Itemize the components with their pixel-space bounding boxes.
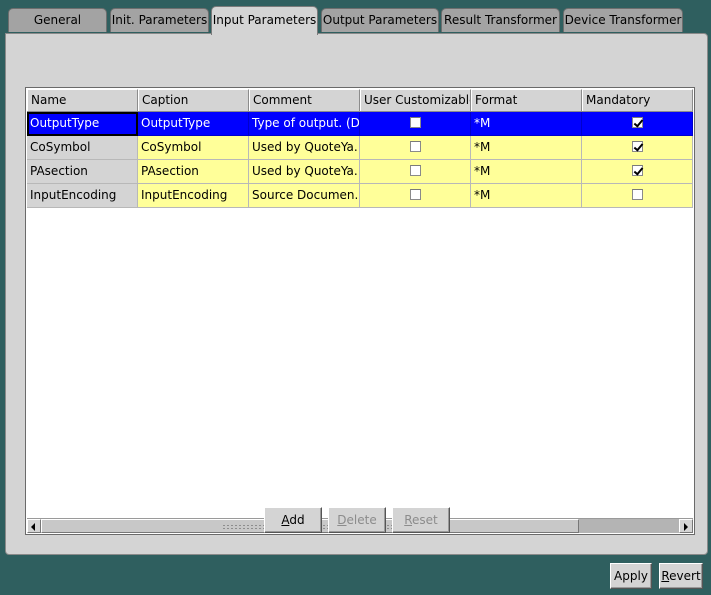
table-row[interactable]: OutputType OutputType Type of output. (D… <box>27 112 693 136</box>
cell-mandatory <box>582 112 693 136</box>
mandatory-checkbox[interactable] <box>631 141 643 152</box>
cell-format[interactable]: *M <box>471 112 582 136</box>
user-customizable-checkbox[interactable] <box>409 189 421 200</box>
table-header: Name Caption Comment User Customizable F… <box>27 89 693 112</box>
user-customizable-checkbox[interactable] <box>409 165 421 176</box>
tab-output-parameters[interactable]: Output Parameters <box>321 8 439 32</box>
arrow-right-icon <box>684 523 688 531</box>
cell-format[interactable]: *M <box>471 160 582 184</box>
tab-device-transformer[interactable]: Device Transformer <box>563 8 683 32</box>
table-row[interactable]: CoSymbol CoSymbol Used by QuoteYa... *M <box>27 136 693 160</box>
column-header-user-customizable[interactable]: User Customizable <box>360 89 471 111</box>
scroll-left-button[interactable] <box>27 519 41 533</box>
column-header-mandatory[interactable]: Mandatory <box>582 89 693 111</box>
cell-user-customizable <box>360 184 471 208</box>
cell-comment[interactable]: Used by QuoteYa... <box>249 160 360 184</box>
cell-mandatory <box>582 160 693 184</box>
revert-button[interactable]: Revert <box>659 563 703 589</box>
cell-mandatory <box>582 136 693 160</box>
cell-caption[interactable]: PAsection <box>138 160 249 184</box>
add-button[interactable]: Add <box>264 507 322 533</box>
cell-user-customizable <box>360 112 471 136</box>
delete-button[interactable]: Delete <box>328 507 386 533</box>
scroll-right-button[interactable] <box>679 519 693 533</box>
tab-input-parameters[interactable]: Input Parameters <box>211 6 318 35</box>
cell-name[interactable]: InputEncoding <box>27 184 138 208</box>
reset-button[interactable]: Reset <box>392 507 450 533</box>
cell-comment[interactable]: Used by QuoteYa... <box>249 136 360 160</box>
mandatory-checkbox[interactable] <box>631 165 643 176</box>
user-customizable-checkbox[interactable] <box>409 117 421 128</box>
cell-name[interactable]: OutputType <box>27 112 138 136</box>
arrow-left-icon <box>31 523 35 531</box>
user-customizable-checkbox[interactable] <box>409 141 421 152</box>
column-header-name[interactable]: Name <box>27 89 138 111</box>
mandatory-checkbox[interactable] <box>631 189 643 200</box>
column-header-comment[interactable]: Comment <box>249 89 360 111</box>
cell-name[interactable]: CoSymbol <box>27 136 138 160</box>
table-row[interactable]: InputEncoding InputEncoding Source Docum… <box>27 184 693 208</box>
cell-user-customizable <box>360 136 471 160</box>
column-header-caption[interactable]: Caption <box>138 89 249 111</box>
mandatory-checkbox[interactable] <box>631 117 643 128</box>
cell-caption[interactable]: InputEncoding <box>138 184 249 208</box>
cell-name[interactable]: PAsection <box>27 160 138 184</box>
cell-user-customizable <box>360 160 471 184</box>
tab-general[interactable]: General <box>8 8 107 32</box>
cell-format[interactable]: *M <box>471 184 582 208</box>
apply-button[interactable]: Apply <box>610 563 652 589</box>
tab-bar: General Init. Parameters Input Parameter… <box>0 0 711 35</box>
table-row[interactable]: PAsection PAsection Used by QuoteYa... *… <box>27 160 693 184</box>
cell-comment[interactable]: Source Documen... <box>249 184 360 208</box>
cell-caption[interactable]: OutputType <box>138 112 249 136</box>
cell-mandatory <box>582 184 693 208</box>
scrollbar-track[interactable] <box>579 519 679 533</box>
cell-format[interactable]: *M <box>471 136 582 160</box>
tab-result-transformer[interactable]: Result Transformer <box>441 8 560 32</box>
cell-comment[interactable]: Type of output. (D... <box>249 112 360 136</box>
tab-init-parameters[interactable]: Init. Parameters <box>110 8 209 32</box>
column-header-format[interactable]: Format <box>471 89 582 111</box>
cell-caption[interactable]: CoSymbol <box>138 136 249 160</box>
input-parameters-table[interactable]: Name Caption Comment User Customizable F… <box>25 87 695 535</box>
